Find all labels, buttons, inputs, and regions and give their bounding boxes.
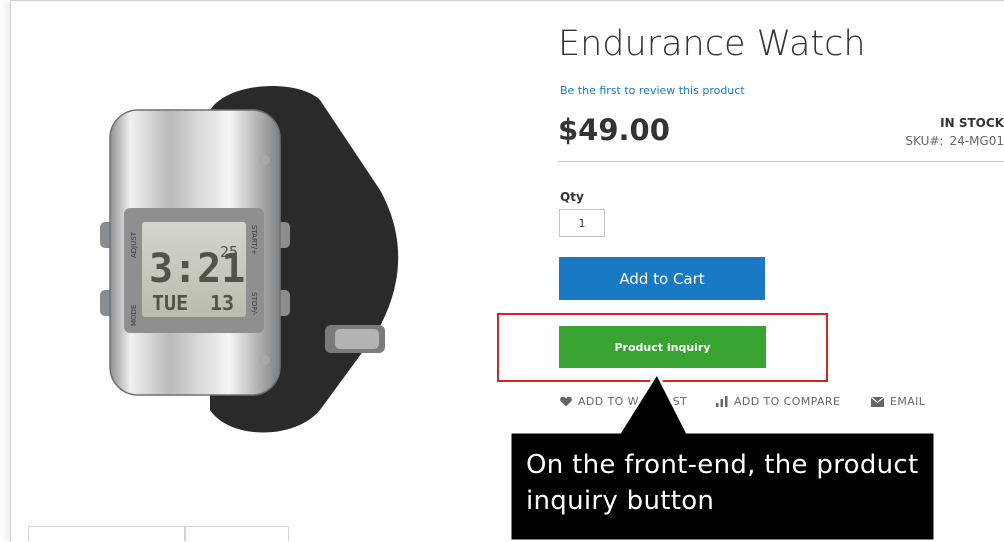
watch-label-stop: STOP/- <box>250 292 258 316</box>
product-inquiry-button[interactable]: Product inquiry <box>559 326 766 368</box>
sku-value: 24-MG01 <box>949 134 1004 148</box>
watch-label-start: START/+ <box>250 225 258 255</box>
qty-label: Qty <box>560 190 584 204</box>
add-to-cart-button[interactable]: Add to Cart <box>559 257 765 300</box>
watch-day: TUE <box>152 291 188 315</box>
tab-details[interactable] <box>28 526 185 541</box>
tab-reviews[interactable] <box>185 526 289 541</box>
callout-text: On the front-end, the product inquiry bu… <box>526 450 919 516</box>
divider <box>558 161 1004 162</box>
watch-label-mode: MODE <box>130 305 138 326</box>
product-title: Endurance Watch <box>558 24 866 64</box>
watch-label-adjust: ADJUST <box>130 231 138 258</box>
product-price: $49.00 <box>558 113 670 147</box>
watch-date: 13 <box>210 291 234 315</box>
stock-status: IN STOCK <box>940 116 1004 130</box>
sku-label: SKU#: <box>905 134 944 148</box>
tab-strip <box>28 526 289 541</box>
product-image: 3:21 25 TUE 13 ADJUST MODE START/+ STOP/… <box>100 86 399 433</box>
review-link[interactable]: Be the first to review this product <box>560 84 745 97</box>
sku: SKU#: 24-MG01 <box>905 134 1004 148</box>
qty-input[interactable] <box>559 209 605 237</box>
watch-seconds: 25 <box>220 243 238 261</box>
